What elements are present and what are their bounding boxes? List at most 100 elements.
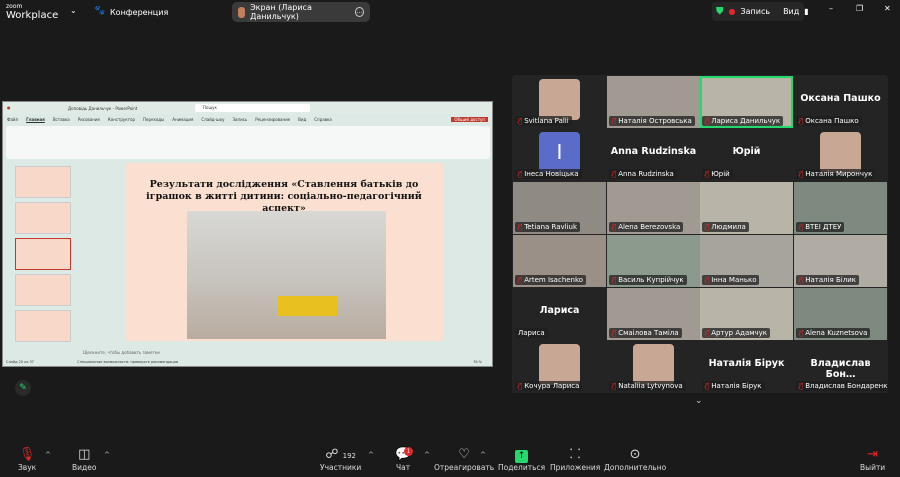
caret-up-icon[interactable]: ^ <box>480 451 486 459</box>
caret-up-icon[interactable]: ^ <box>104 451 110 459</box>
chevron-down-icon[interactable]: ⌄ <box>70 6 77 15</box>
mic-muted-icon: 🎙̸ <box>518 382 523 390</box>
participants-button[interactable]: ☍ 192 Участники <box>320 447 361 472</box>
participant-tile[interactable]: Оксана Пашко 🎙̸ Оксана Пашко <box>794 76 887 128</box>
participant-tile[interactable]: 🎙̸ Наталія Мирончук <box>794 129 887 181</box>
participant-tile[interactable]: 🎙̸ Artem Isachenko <box>513 235 606 287</box>
accessibility-status[interactable]: Специальные возможности: проверьте реком… <box>77 360 178 364</box>
participant-big-name: Владислав Бон… <box>810 358 871 380</box>
apps-button[interactable]: ⸬ Приложения <box>550 447 600 472</box>
mic-muted-icon: 🎙̸ <box>518 170 523 178</box>
participant-tile[interactable]: 🎙̸ Інна Манько <box>700 235 793 287</box>
ppt-menu-item[interactable]: Переходы <box>143 117 164 122</box>
ppt-menu-item[interactable]: Конструктор <box>108 117 135 122</box>
participant-tile[interactable]: 🎙̸ Svitlana Palii <box>513 76 606 128</box>
caret-up-icon[interactable]: ^ <box>45 451 51 459</box>
apps-icon: ⸬ <box>569 447 581 462</box>
ppt-menu-item[interactable]: Слайд-шоу <box>201 117 224 122</box>
participant-tile[interactable]: Владислав Бон… 🎙̸ Владислав Бондаренко <box>794 341 887 393</box>
share-indicator[interactable]: Экран (Лариса Данильчук)… <box>232 2 370 22</box>
slide-counter: Слайд 20 из 37 <box>6 360 34 364</box>
participant-tile[interactable]: 🎙̸ Nataliia Lytvynova <box>607 341 700 393</box>
ppt-menu-item[interactable]: Запись <box>232 117 247 122</box>
participant-tile[interactable]: 🎙̸ ВТЕІ ДТЕУ <box>794 182 887 234</box>
participant-name-tag: 🎙̸ Інеса Новіцька <box>515 169 582 179</box>
participant-avatar <box>820 132 861 173</box>
participant-tile[interactable]: 🎙̸ Alena Berezovska <box>607 182 700 234</box>
leave-label: Выйти <box>860 463 886 472</box>
mic-muted-icon: 🎙̸ <box>612 276 617 284</box>
participant-tile[interactable]: 🎙̸ Лариса Данильчук <box>700 76 793 128</box>
participant-tile[interactable]: 🎙̸ Наталія Островська <box>607 76 700 128</box>
participant-name: Лариса <box>518 329 545 337</box>
mic-muted-icon: 🎙̸ <box>705 382 710 390</box>
participant-tile[interactable]: Anna Rudzinska 🎙̸ Anna Rudzinska <box>607 129 700 181</box>
participant-tile[interactable]: Лариса Лариса <box>513 288 606 340</box>
audio-label: Звук <box>18 463 37 472</box>
close-icon[interactable]: ✕ <box>884 4 891 13</box>
slide-thumbnail-selected[interactable] <box>15 238 71 270</box>
participant-name-tag: 🎙̸ Alena Kuznetsova <box>796 328 871 338</box>
participant-name: Інеса Новіцька <box>524 170 579 178</box>
mic-muted-icon: 🎙̸ <box>705 117 710 125</box>
view-button[interactable]: Вид <box>783 7 799 16</box>
mic-muted-icon: 🎙̸ <box>705 170 710 178</box>
mic-muted-icon: 🎙̸ <box>799 329 804 337</box>
more-button[interactable]: ⊙ Дополнительно <box>604 447 666 472</box>
share-screen-button[interactable]: ↑ Поделиться <box>498 447 545 472</box>
ppt-ribbon <box>6 126 490 159</box>
participant-tile[interactable]: 🎙̸ Alena Kuznetsova <box>794 288 887 340</box>
participant-tile[interactable]: Наталія Бірук 🎙̸ Наталія Бірук <box>700 341 793 393</box>
participant-name: Наталія Бірук <box>711 382 762 390</box>
ppt-menu-item[interactable]: Файл <box>7 117 18 122</box>
ppt-menu-item[interactable]: Вставка <box>53 117 70 122</box>
participant-tile[interactable]: 🎙̸ Василь Купрійчук <box>607 235 700 287</box>
zoom-level[interactable]: 76 % <box>473 360 482 364</box>
video-button[interactable]: ◫ Видео <box>72 447 96 472</box>
participant-name: Наталія Мирончук <box>805 170 873 178</box>
share-label: Поделиться <box>498 463 546 472</box>
participant-tile[interactable]: I 🎙̸ Інеса Новіцька <box>513 129 606 181</box>
participant-name: Anna Rudzinska <box>618 170 674 178</box>
notes-placeholder[interactable]: Щелкните, чтобы добавить заметки <box>83 350 160 355</box>
caret-up-icon[interactable]: ^ <box>424 451 430 459</box>
ppt-menu: Файл Главная Вставка Рисование Конструктор Пе… <box>3 114 492 124</box>
slide-thumbnail[interactable] <box>15 166 71 198</box>
participant-tile[interactable]: 🎙̸ Кочура Лариса <box>513 341 606 393</box>
slide-thumbnail[interactable] <box>15 310 71 342</box>
ppt-menu-item[interactable]: Вид <box>298 117 306 122</box>
caret-up-icon[interactable]: ^ <box>368 451 374 459</box>
meeting-info-button[interactable]: Конференция <box>110 8 168 17</box>
chevron-down-icon[interactable]: ⌄ <box>695 396 703 406</box>
video-gallery: 🎙̸ Svitlana Palii 🎙̸ Наталія Островська 🎙̸ Ла… <box>512 75 888 393</box>
audio-button[interactable]: 🎙 Звук <box>18 447 36 472</box>
mic-muted-icon: 🎙̸ <box>799 276 804 284</box>
more-icon[interactable]: … <box>354 7 364 17</box>
participant-tile[interactable]: 🎙̸ Tetiana Ravliuk <box>513 182 606 234</box>
slide-thumbnail[interactable] <box>15 274 71 306</box>
ppt-share-button[interactable]: Общий доступ <box>451 116 488 122</box>
annotate-pencil-icon[interactable]: ✎ <box>15 380 31 396</box>
ppt-menu-item[interactable]: Анимация <box>172 117 193 122</box>
ppt-menu-item[interactable]: Рисование <box>78 117 100 122</box>
participant-tile[interactable]: 🎙̸ Артур Адамчук <box>700 288 793 340</box>
participant-tile[interactable]: 🎙̸ Людмила <box>700 182 793 234</box>
participant-tile[interactable]: 🎙̸ Смаілова Таміла <box>607 288 700 340</box>
ppt-menu-item[interactable]: Рецензирование <box>255 117 290 122</box>
ppt-search-input[interactable]: Пошук <box>195 104 310 112</box>
record-label[interactable]: Запись <box>740 7 770 16</box>
ppt-menu-item[interactable]: Главная <box>26 117 45 122</box>
participant-tile[interactable]: 🎙̸ Наталія Білик <box>794 235 887 287</box>
participant-tile[interactable]: Юрій 🎙̸ Юрій <box>700 129 793 181</box>
participant-name-tag: 🎙̸ Наталія Бірук <box>702 381 765 391</box>
ppt-menu-item[interactable]: Справка <box>314 117 332 122</box>
mic-muted-icon: 🎙̸ <box>705 223 710 231</box>
more-label: Дополнительно <box>604 463 667 472</box>
maximize-icon[interactable]: ❐ <box>856 4 863 13</box>
participant-name-tag: 🎙̸ Оксана Пашко <box>796 116 862 126</box>
minimize-icon[interactable]: – <box>829 4 833 13</box>
chat-button[interactable]: 💬 1 Чат <box>395 447 413 472</box>
slide-thumbnail[interactable] <box>15 202 71 234</box>
leave-button[interactable]: ⇥ Выйти <box>860 447 885 472</box>
toy-box <box>277 296 337 316</box>
